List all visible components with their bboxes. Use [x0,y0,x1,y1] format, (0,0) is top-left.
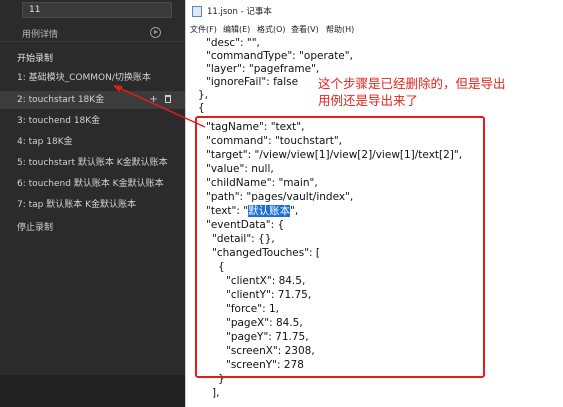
case-detail-label: 用例详情 [22,30,59,40]
case-name-input[interactable]: 11 [22,2,172,18]
code-line: ], [212,387,220,399]
code-line: { [198,102,205,114]
title-bar[interactable]: 11.json - 记事本 [186,0,563,22]
step-item-7[interactable]: 7: tap 默认账本 K金默认账本 [0,196,185,214]
add-step-icon[interactable]: + [149,94,157,105]
step-label: 5: touchstart 默认账本 K金默认账本 [17,158,168,168]
stop-recording-button[interactable]: 停止录制 [17,220,53,233]
step-label: 1: 基础模块_COMMON/切换账本 [17,73,151,83]
step-item-5[interactable]: 5: touchstart 默认账本 K金默认账本 [0,154,185,172]
annotation-line-1: 这个步骤是已经删除的，但是导出 [318,76,506,91]
step-item-2[interactable]: 2: touchstart 18K金 + [0,91,185,109]
annotation-note: 这个步骤是已经删除的，但是导出 用例还是导出来了 [318,75,563,109]
play-icon[interactable] [150,27,161,38]
step-label: 6: touchend 默认账本 K金默认账本 [17,179,164,189]
step-item-4[interactable]: 4: tap 18K金 [0,133,185,151]
step-label: 4: tap 18K金 [17,137,73,147]
annotation-highlight-box [195,116,485,378]
menu-view[interactable]: 查看(V) [291,24,319,35]
menu-format[interactable]: 格式(O) [257,24,286,35]
step-label: 2: touchstart 18K金 [17,95,105,105]
annotation-line-2: 用例还是导出来了 [318,93,419,108]
case-panel: 11 用例详情 开始录制 1: 基础模块_COMMON/切换账本 2: touc… [0,0,185,407]
menu-edit[interactable]: 编辑(E) [223,24,250,35]
step-item-6[interactable]: 6: touchend 默认账本 K金默认账本 [0,175,185,193]
code-line: "ignoreFail": false [206,76,299,88]
code-line: "layer": "pageframe", [206,63,320,75]
code-line: "desc": "", [206,37,260,49]
step-item-3[interactable]: 3: touchend 18K金 [0,112,185,130]
step-label: 3: touchend 18K金 [17,116,101,126]
step-actions[interactable]: + [149,91,171,109]
panel-footer [0,375,185,407]
delete-step-icon[interactable] [165,95,171,103]
notepad-icon [192,6,202,17]
code-line: "commandType": "operate", [206,50,353,62]
menu-file[interactable]: 文件(F) [190,24,217,35]
step-label: 7: tap 默认账本 K金默认账本 [17,200,137,210]
menu-bar: 文件(F) 编辑(E) 格式(O) 查看(V) 帮助(H) [186,22,563,37]
menu-help[interactable]: 帮助(H) [326,24,354,35]
start-recording-button[interactable]: 开始录制 [17,51,53,64]
step-item-1[interactable]: 1: 基础模块_COMMON/切换账本 [0,69,185,87]
code-line: }, [198,89,209,101]
window-title: 11.json - 记事本 [207,7,272,17]
case-detail-header[interactable]: 用例详情 [0,24,185,42]
